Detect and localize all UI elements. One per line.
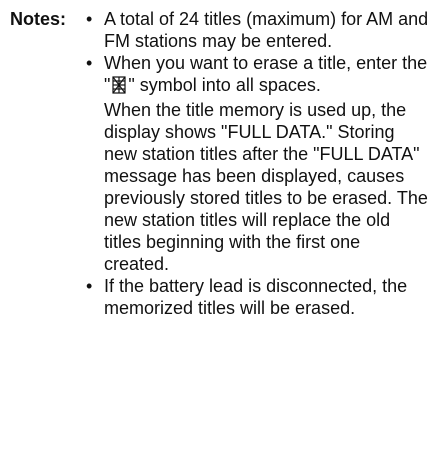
note-paragraph-1: When you want to erase a title, enter th… <box>104 52 430 99</box>
note-text: A total of 24 titles (maximum) for AM an… <box>104 9 429 51</box>
bullet-icon: • <box>86 9 93 29</box>
note-text: If the battery lead is disconnected, the… <box>104 276 408 318</box>
bullet-icon: • <box>86 53 93 73</box>
notes-list: • A total of 24 titles (maximum) for AM … <box>86 8 430 319</box>
notes-section: Notes: • A total of 24 titles (maximum) … <box>10 8 430 319</box>
note-paragraph-2: When the title memory is used up, the di… <box>104 100 428 274</box>
note-text-after-symbol: " symbol into all spaces. <box>128 75 321 95</box>
note-item-1: • A total of 24 titles (maximum) for AM … <box>86 8 430 52</box>
note-item-3: • If the battery lead is disconnected, t… <box>86 275 430 319</box>
notes-label: Notes: <box>10 9 67 29</box>
segment-all-on-icon <box>112 76 126 99</box>
note-item-2: • When you want to erase a title, enter … <box>86 52 430 275</box>
bullet-icon: • <box>86 276 93 296</box>
